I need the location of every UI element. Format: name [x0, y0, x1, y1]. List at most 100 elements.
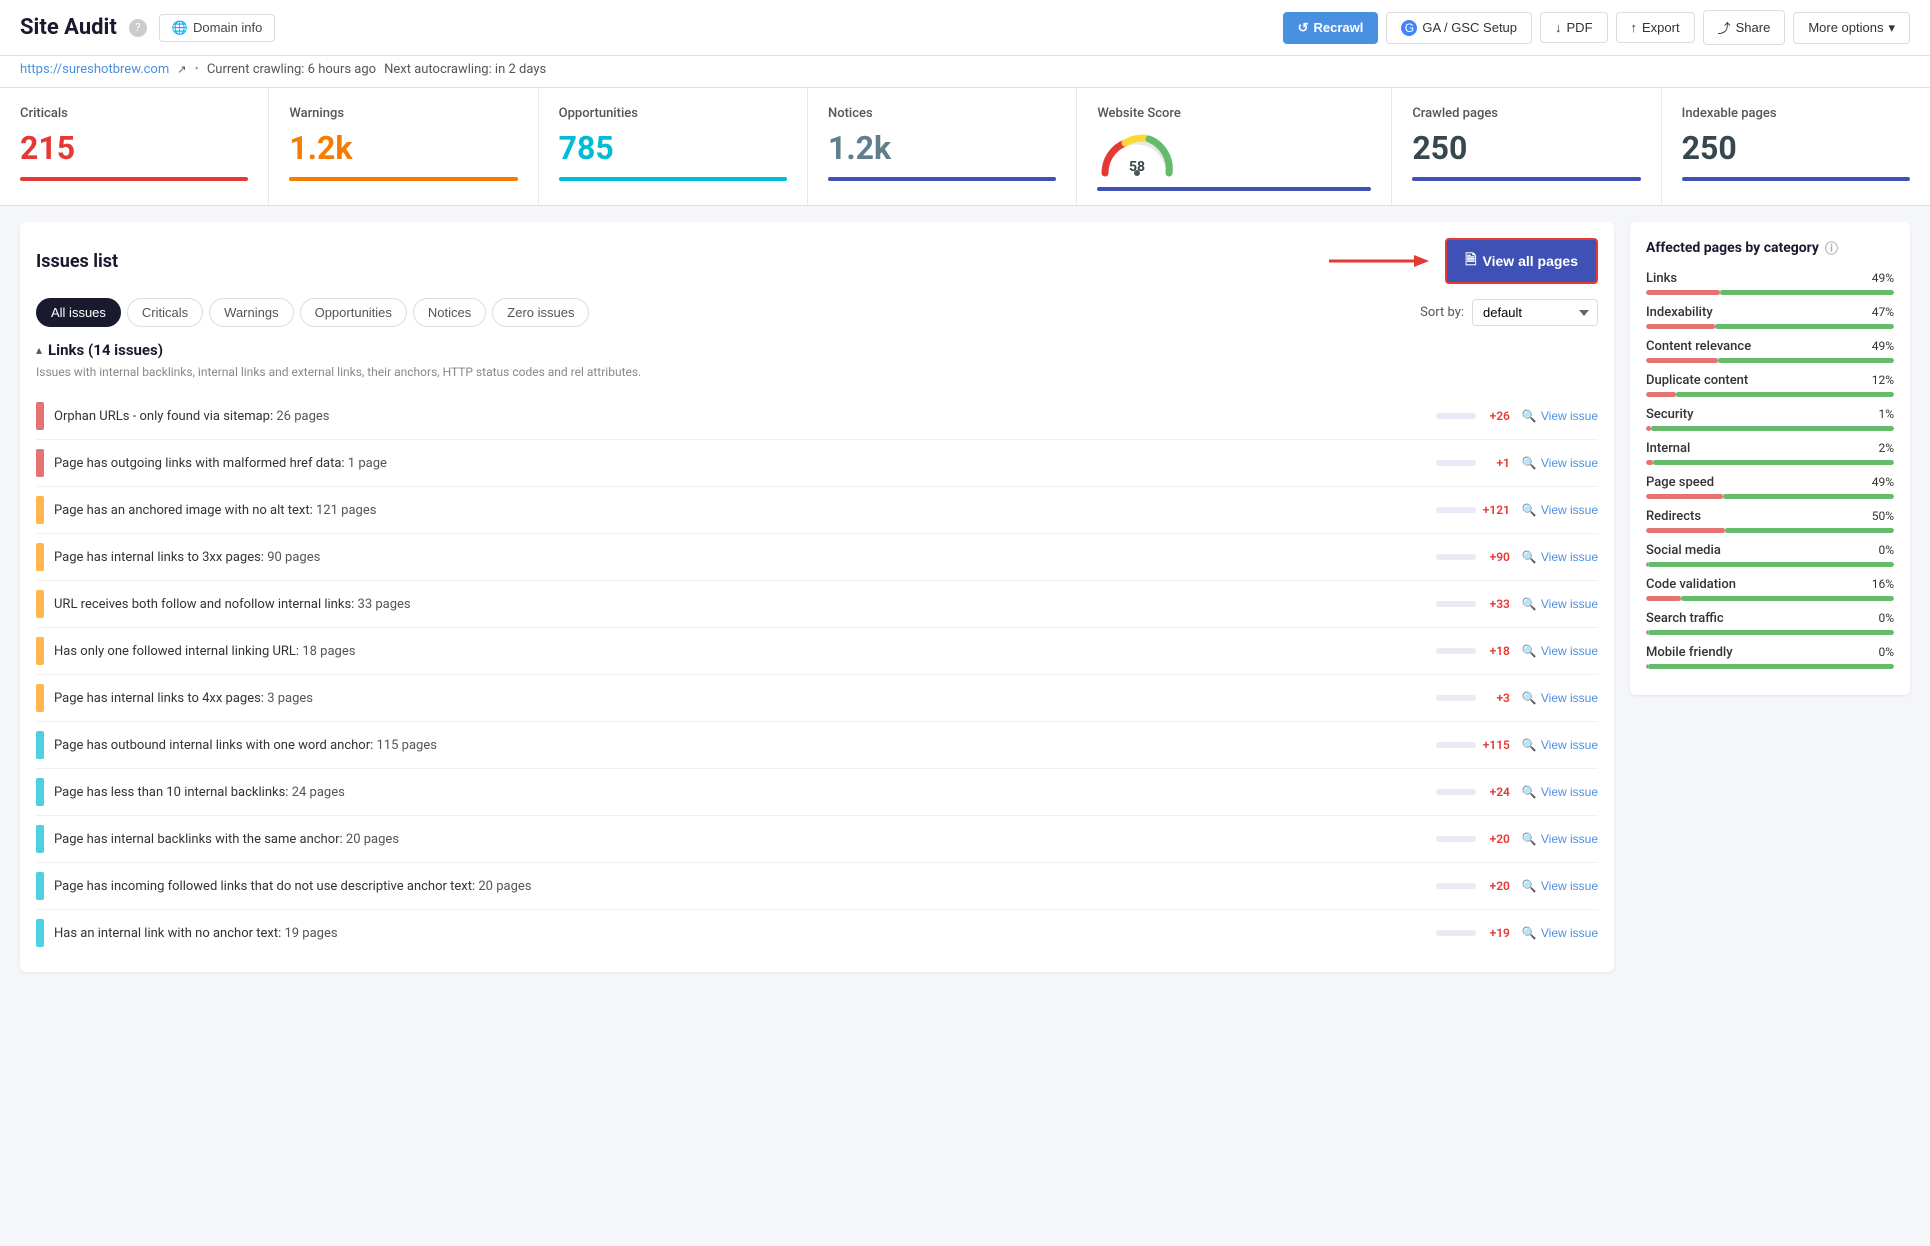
stat-indexable-pages[interactable]: Indexable pages 250 — [1662, 88, 1930, 205]
filter-notices[interactable]: Notices — [413, 298, 486, 327]
domain-info-button[interactable]: 🌐 Domain info — [159, 14, 276, 42]
category-name: Page speed — [1646, 475, 1714, 490]
site-url-link[interactable]: https://sureshotbrew.com — [20, 62, 169, 77]
delta-bar — [1436, 930, 1476, 936]
view-issue-button[interactable]: 🔍 View issue — [1522, 738, 1598, 752]
criticals-bar — [20, 177, 248, 181]
issue-indicator — [36, 872, 44, 900]
issue-delta: +90 — [1430, 550, 1510, 564]
stat-crawled-pages[interactable]: Crawled pages 250 — [1392, 88, 1661, 205]
arrow-annotation — [1319, 241, 1439, 281]
issue-indicator — [36, 449, 44, 477]
filter-opportunities[interactable]: Opportunities — [300, 298, 407, 327]
share-button[interactable]: ⤴ Share — [1703, 10, 1786, 45]
issue-indicator — [36, 825, 44, 853]
view-all-pages-button[interactable]: 🗎 View all pages — [1445, 238, 1598, 284]
progress-bar-bg — [1646, 630, 1894, 635]
sort-select[interactable]: default alphabetical pages affected — [1472, 299, 1598, 326]
delta-num: +20 — [1480, 879, 1510, 893]
sidebar-category-row[interactable]: Duplicate content 12% — [1646, 373, 1894, 397]
view-issue-button[interactable]: 🔍 View issue — [1522, 879, 1598, 893]
pdf-button[interactable]: ↓ PDF — [1540, 12, 1608, 43]
view-issue-button[interactable]: 🔍 View issue — [1522, 409, 1598, 423]
page-title: Site Audit — [20, 15, 117, 40]
chevron-down-icon: ▾ — [1888, 20, 1895, 36]
stat-warnings[interactable]: Warnings 1.2k — [269, 88, 538, 205]
progress-bar-green — [1718, 358, 1894, 363]
sidebar-category-row[interactable]: Code validation 16% — [1646, 577, 1894, 601]
issue-row: Page has an anchored image with no alt t… — [36, 487, 1598, 534]
search-icon: 🔍 — [1522, 879, 1537, 893]
progress-bar-red — [1646, 528, 1725, 533]
view-issue-button[interactable]: 🔍 View issue — [1522, 503, 1598, 517]
help-icon[interactable]: ? — [129, 19, 147, 37]
sidebar-category-row[interactable]: Indexability 47% — [1646, 305, 1894, 329]
progress-bar-green — [1648, 562, 1894, 567]
progress-bar-bg — [1646, 324, 1894, 329]
progress-bar-bg — [1646, 528, 1894, 533]
stat-website-score[interactable]: Website Score 58 — [1077, 88, 1392, 205]
search-icon: 🔍 — [1522, 597, 1537, 611]
filter-warnings[interactable]: Warnings — [209, 298, 293, 327]
sidebar-category-row[interactable]: Redirects 50% — [1646, 509, 1894, 533]
recrawl-button[interactable]: ↺ Recrawl — [1283, 12, 1379, 44]
category-pct: 0% — [1878, 645, 1894, 660]
gauge-container: 58 — [1097, 129, 1371, 179]
stat-notices[interactable]: Notices 1.2k — [808, 88, 1077, 205]
filter-criticals[interactable]: Criticals — [127, 298, 203, 327]
dual-bar — [1646, 290, 1894, 295]
issue-delta: +24 — [1430, 785, 1510, 799]
sidebar-category-row[interactable]: Search traffic 0% — [1646, 611, 1894, 635]
sidebar-category-row[interactable]: Internal 2% — [1646, 441, 1894, 465]
header-left: Site Audit ? 🌐 Domain info — [20, 14, 275, 42]
sidebar-card: Affected pages by category ⓘ Links 49% I… — [1630, 222, 1910, 695]
view-issue-button[interactable]: 🔍 View issue — [1522, 926, 1598, 940]
export-button[interactable]: ↑ Export — [1616, 12, 1695, 43]
issue-delta: +20 — [1430, 879, 1510, 893]
issue-row: Has an internal link with no anchor text… — [36, 910, 1598, 956]
filter-all-issues[interactable]: All issues — [36, 298, 121, 327]
sidebar-category-row[interactable]: Links 49% — [1646, 271, 1894, 295]
indexable-bar — [1682, 177, 1910, 181]
category-pct: 16% — [1872, 577, 1894, 592]
delta-bar — [1436, 554, 1476, 560]
stat-opportunities[interactable]: Opportunities 785 — [539, 88, 808, 205]
sidebar-category-row[interactable]: Mobile friendly 0% — [1646, 645, 1894, 669]
stats-row: Criticals 215 Warnings 1.2k Opportunitie… — [0, 88, 1930, 206]
view-issue-button[interactable]: 🔍 View issue — [1522, 644, 1598, 658]
progress-bar-bg — [1646, 426, 1894, 431]
delta-num: +121 — [1480, 503, 1510, 517]
progress-bar-green — [1653, 460, 1894, 465]
view-issue-button[interactable]: 🔍 View issue — [1522, 785, 1598, 799]
view-issue-button[interactable]: 🔍 View issue — [1522, 550, 1598, 564]
dual-bar — [1646, 528, 1894, 533]
chevron-up-icon: ▴ — [36, 343, 42, 357]
issue-delta: +1 — [1430, 456, 1510, 470]
progress-bar-red — [1646, 324, 1715, 329]
category-pct: 49% — [1872, 271, 1894, 286]
view-issue-button[interactable]: 🔍 View issue — [1522, 456, 1598, 470]
view-issue-button[interactable]: 🔍 View issue — [1522, 597, 1598, 611]
sidebar-category-row[interactable]: Social media 0% — [1646, 543, 1894, 567]
header: Site Audit ? 🌐 Domain info ↺ Recrawl G G… — [0, 0, 1930, 56]
category-name: Duplicate content — [1646, 373, 1748, 388]
delta-num: +115 — [1480, 738, 1510, 752]
sidebar-category-row[interactable]: Content relevance 49% — [1646, 339, 1894, 363]
view-issue-button[interactable]: 🔍 View issue — [1522, 691, 1598, 705]
opportunities-bar — [559, 177, 787, 181]
sidebar-category-row[interactable]: Page speed 49% — [1646, 475, 1894, 499]
more-options-button[interactable]: More options ▾ — [1793, 12, 1910, 44]
progress-bar-green — [1651, 426, 1894, 431]
sidebar-category-row[interactable]: Security 1% — [1646, 407, 1894, 431]
progress-bar-green — [1715, 324, 1894, 329]
ga-gsc-button[interactable]: G GA / GSC Setup — [1386, 12, 1532, 44]
stat-criticals[interactable]: Criticals 215 — [0, 88, 269, 205]
progress-bar-red — [1646, 460, 1653, 465]
dual-bar — [1646, 358, 1894, 363]
progress-bar-green — [1676, 392, 1894, 397]
view-issue-button[interactable]: 🔍 View issue — [1522, 832, 1598, 846]
issue-pages: 33 pages — [358, 597, 411, 612]
document-icon: 🗎 — [1465, 249, 1476, 273]
issue-delta: +121 — [1430, 503, 1510, 517]
filter-zero-issues[interactable]: Zero issues — [492, 298, 589, 327]
